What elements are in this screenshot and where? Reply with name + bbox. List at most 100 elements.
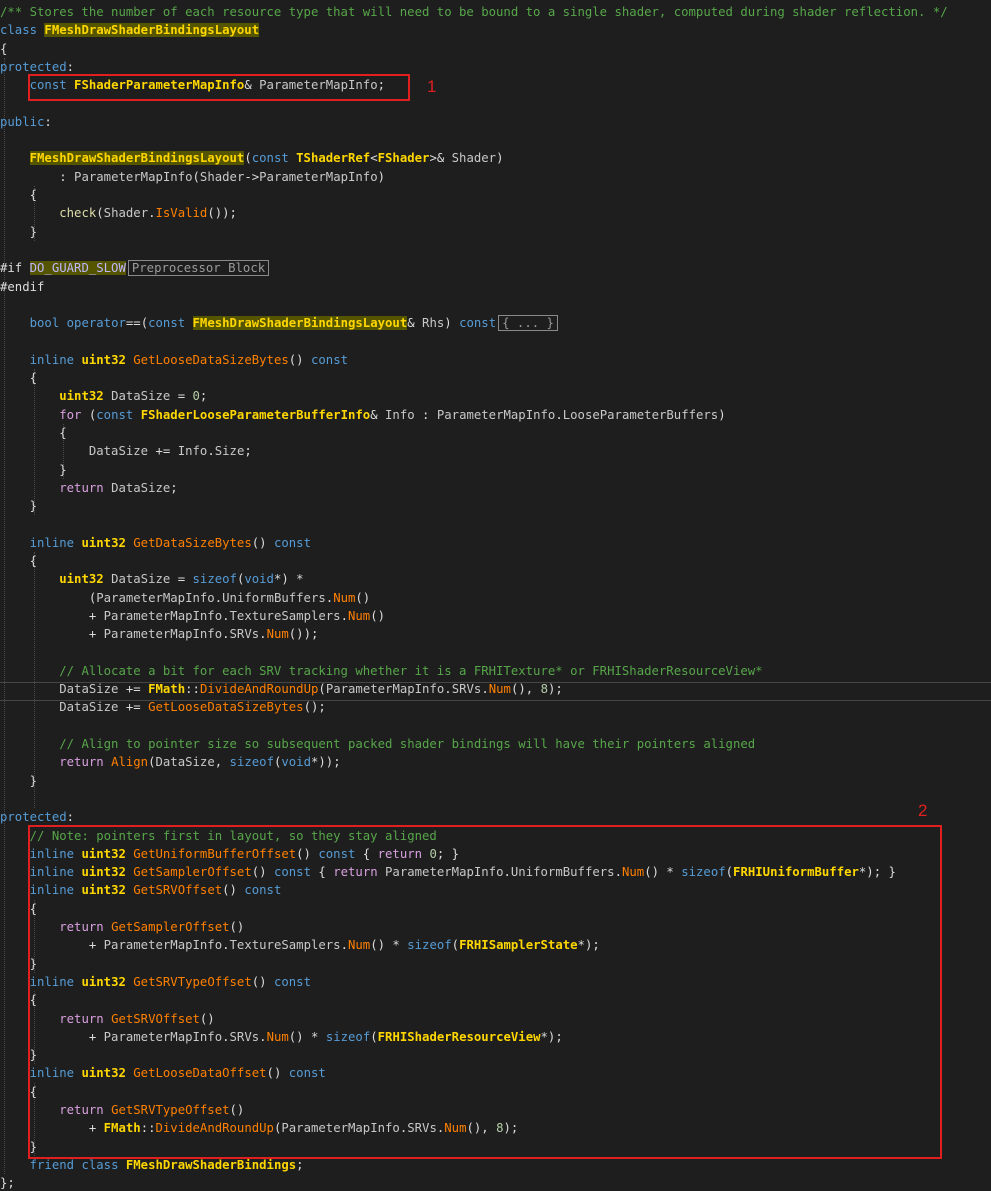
code-token: :: [66, 59, 75, 74]
code-line[interactable]: }: [0, 497, 37, 515]
code-token: inline: [29, 352, 82, 367]
code-line[interactable]: : ParameterMapInfo(Shader->ParameterMapI…: [0, 168, 385, 186]
code-line[interactable]: uint32 DataSize = sizeof(void*) *: [0, 570, 303, 588]
code-line[interactable]: return DataSize;: [0, 479, 177, 497]
code-token: FMeshDrawShaderBindingsLayout: [44, 23, 260, 38]
code-line[interactable]: /** Stores the number of each resource t…: [0, 3, 948, 21]
code-line[interactable]: }: [0, 772, 37, 790]
code-line[interactable]: }: [0, 461, 66, 479]
code-token: .: [207, 444, 215, 459]
code-token: SRVs: [229, 627, 260, 642]
code-line[interactable]: DataSize += GetLooseDataSizeBytes();: [0, 698, 326, 716]
code-line[interactable]: public:: [0, 113, 52, 131]
code-token: (),: [510, 682, 541, 697]
code-line[interactable]: DataSize += FMath::DivideAndRoundUp(Para…: [0, 680, 563, 698]
code-editor[interactable]: /** Stores the number of each resource t…: [0, 0, 991, 1191]
code-line[interactable]: uint32 DataSize = 0;: [0, 387, 207, 405]
code-line[interactable]: for (const FShaderLooseParameterBufferIn…: [0, 406, 725, 424]
code-line[interactable]: class FMeshDrawShaderBindingsLayout: [0, 21, 260, 39]
code-line[interactable]: // Align to pointer size so subsequent p…: [0, 735, 755, 753]
annotation-label-1: 1: [427, 77, 437, 96]
code-line[interactable]: {: [0, 424, 66, 442]
code-line[interactable]: };: [0, 1174, 15, 1191]
code-token: operator: [66, 316, 126, 331]
code-token: Info: [385, 407, 415, 422]
code-token: GetDataSizeBytes: [133, 535, 252, 550]
code-line[interactable]: + ParameterMapInfo.TextureSamplers.Num(): [0, 607, 385, 625]
code-token: ;: [244, 444, 252, 459]
code-token: DataSize: [59, 682, 119, 697]
code-token: :: [414, 407, 437, 422]
code-token: .: [214, 590, 223, 605]
code-token: Info: [177, 444, 208, 459]
collapsed-preprocessor-tag[interactable]: Preprocessor Block: [127, 260, 270, 277]
code-line[interactable]: {: [0, 369, 37, 387]
code-token: =: [170, 389, 193, 404]
code-token: #endif: [0, 279, 45, 294]
code-line[interactable]: + ParameterMapInfo.SRVs.Num());: [0, 625, 319, 643]
code-line[interactable]: DataSize += Info.Size;: [0, 442, 252, 460]
collapsed-block-tag[interactable]: { ... }: [498, 315, 558, 332]
code-token: inline: [29, 535, 82, 550]
code-token: 8: [540, 682, 548, 697]
code-token: ());: [207, 206, 237, 221]
code-token: +: [0, 608, 104, 623]
code-token: sizeof: [229, 755, 274, 770]
code-line[interactable]: #if DO_GUARD_SLOW Preprocessor Block: [0, 259, 270, 277]
code-token: Align: [111, 755, 149, 770]
code-line[interactable]: inline uint32 GetDataSizeBytes() const: [0, 534, 311, 552]
code-token: bool: [29, 316, 67, 331]
code-line[interactable]: bool operator==(const FMeshDrawShaderBin…: [0, 314, 558, 332]
code-token: }: [0, 773, 38, 788]
code-line[interactable]: {: [0, 186, 37, 204]
code-token: class: [0, 23, 45, 38]
code-token: FMath: [148, 682, 186, 697]
code-token: {: [0, 41, 8, 56]
code-token: LooseParameterBuffers: [562, 407, 719, 422]
code-token: +=: [118, 682, 149, 697]
code-token: (: [318, 682, 326, 697]
code-token: +: [0, 627, 104, 642]
code-token: ): [496, 151, 504, 166]
code-token: (: [148, 755, 156, 770]
code-line[interactable]: {: [0, 40, 7, 58]
code-token: UniformBuffers: [222, 590, 326, 605]
code-token: IsValid: [155, 206, 208, 221]
code-token: Shader: [451, 151, 497, 166]
code-token: .: [444, 682, 452, 697]
code-token: .: [555, 407, 563, 422]
code-token: sizeof: [192, 572, 237, 587]
code-token: &: [407, 316, 423, 331]
code-token: {: [0, 188, 38, 202]
code-line[interactable]: }: [0, 223, 37, 241]
code-token: ;: [199, 389, 208, 404]
code-token: DataSize: [88, 444, 149, 459]
code-token: .: [148, 206, 156, 221]
code-token: public: [0, 114, 45, 129]
code-token: TShaderRef: [296, 151, 371, 166]
code-line[interactable]: inline uint32 GetLooseDataSizeBytes() co…: [0, 351, 348, 369]
code-token: Rhs: [422, 316, 445, 331]
code-line[interactable]: #endif: [0, 278, 44, 296]
code-token: *));: [311, 755, 341, 770]
code-token: :: [44, 114, 52, 129]
code-line[interactable]: {: [0, 552, 37, 570]
code-token: ParameterMapInfo: [259, 169, 378, 184]
code-token: DataSize: [59, 700, 119, 715]
code-line[interactable]: check(Shader.IsValid());: [0, 204, 237, 222]
code-line[interactable]: // Allocate a bit for each SRV tracking …: [0, 662, 762, 680]
code-line[interactable]: FMeshDrawShaderBindingsLayout(const TSha…: [0, 149, 503, 167]
code-token: }: [0, 224, 38, 239]
code-line[interactable]: protected:: [0, 808, 74, 826]
code-line[interactable]: return Align(DataSize, sizeof(void*));: [0, 753, 341, 771]
code-line[interactable]: (ParameterMapInfo.UniformBuffers.Num(): [0, 589, 370, 607]
code-token: uint32: [59, 572, 112, 587]
code-token: ->: [244, 169, 260, 184]
